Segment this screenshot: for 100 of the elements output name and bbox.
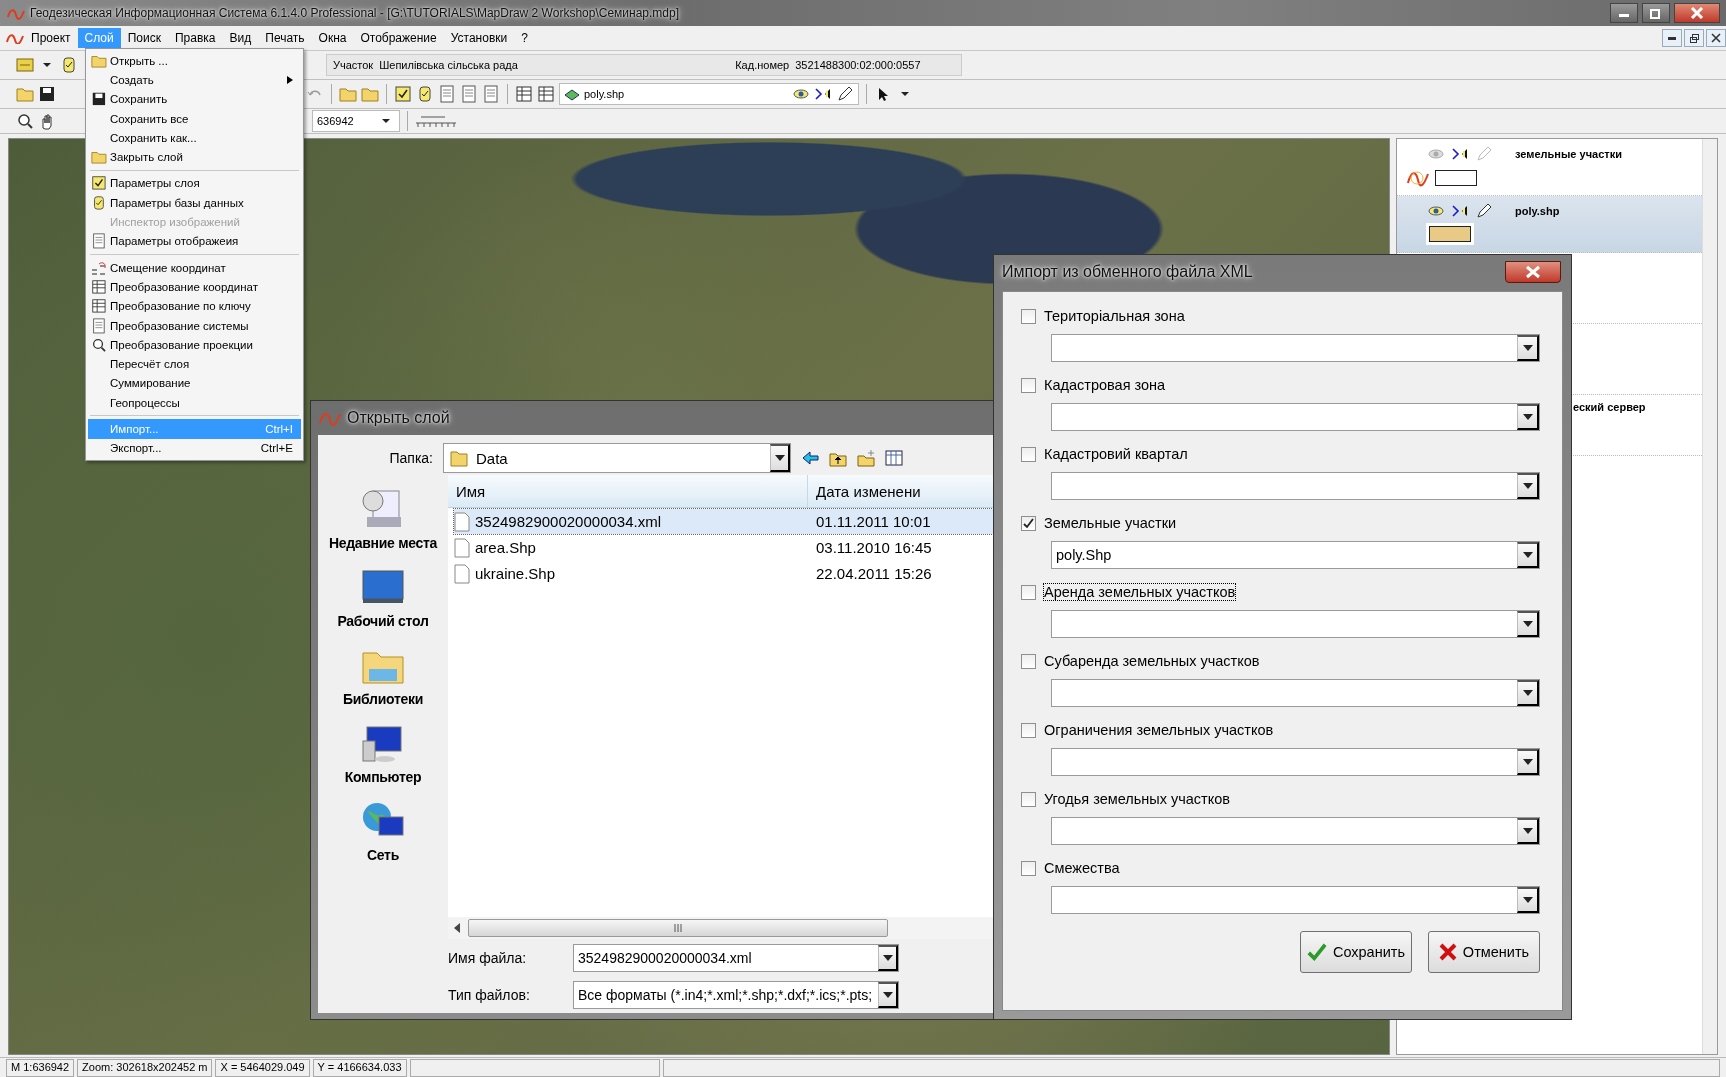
checkmark-icon [1023,517,1034,529]
close-icon [1711,33,1721,43]
dropdown-button[interactable] [770,444,790,472]
menu-item[interactable]: Закрыть слой [88,147,301,167]
folder-combo[interactable]: Data [443,443,791,473]
dropdown-button[interactable] [1517,887,1539,913]
caret-icon [774,455,785,461]
menu-item[interactable]: Пересчёт слоя [88,354,301,374]
checklist-icon[interactable] [394,85,412,103]
menu-item[interactable]: Отображение [353,28,444,48]
restore-button[interactable] [1642,3,1670,23]
menu-item[interactable]: Печать [258,28,312,48]
dropdown-button[interactable] [1517,611,1539,637]
dropdown-button[interactable] [1517,473,1539,499]
menu-item[interactable]: Преобразование проекции [88,335,301,355]
sidebar-place[interactable]: Библиотеки [328,643,438,707]
layer-combo[interactable]: poly.Shp [1051,541,1540,569]
menu-item[interactable]: Преобразование по ключу [88,296,301,316]
checkbox[interactable] [1021,515,1036,531]
table-icon[interactable] [515,85,533,103]
layer-color-swatch[interactable] [1429,226,1471,242]
sidebar-place[interactable]: Недавние места [328,487,438,551]
menu-item[interactable]: Сохранить [88,89,301,109]
checkbox[interactable] [1021,722,1036,738]
checkbox[interactable] [1021,653,1036,669]
dropdown-button[interactable] [1517,404,1539,430]
caret-icon [1522,828,1533,834]
close-button[interactable] [1674,3,1720,23]
cancel-button[interactable]: Отменить [1428,931,1540,973]
sidebar-place[interactable]: Сеть [328,799,438,863]
menu-item[interactable]: ? [514,28,535,48]
document-icon[interactable] [460,85,478,103]
minimize-button[interactable] [1610,3,1638,23]
restore-button[interactable] [1684,29,1704,47]
view-menu-icon[interactable] [885,449,903,467]
menu-item[interactable]: Геопроцессы [88,393,301,413]
database-icon[interactable] [416,85,434,103]
menu-item[interactable]: Проект [24,28,78,48]
checkbox[interactable] [1021,791,1036,807]
back-icon[interactable] [801,449,819,467]
scale-combo[interactable]: 636942 [312,110,400,132]
menu-item[interactable]: Смещение координат [88,257,301,278]
checkbox[interactable] [1021,860,1036,876]
menu-item[interactable]: Установки [443,28,515,48]
dropdown-button[interactable] [1517,680,1539,706]
menu-item[interactable]: Поиск [120,28,168,48]
sidebar-place[interactable]: Рабочий стол [328,565,438,629]
menu-item[interactable]: Экспорт... Ctrl+E [88,438,301,458]
dropdown-button[interactable] [878,945,898,971]
save-icon[interactable] [38,85,56,103]
zoom-icon[interactable] [16,112,34,130]
menu-item[interactable]: Преобразование координат [88,277,301,297]
close-button[interactable] [1706,29,1726,47]
table-icon[interactable] [537,85,555,103]
menu-item[interactable]: Параметры слоя [88,173,301,194]
dropdown-button[interactable] [1517,818,1539,844]
grip-icon [673,924,683,932]
checkbox[interactable] [1021,308,1036,324]
checkbox-label: Угодья земельных участков [1044,791,1231,807]
file-type-combo[interactable]: Все форматы (*.in4;*.xml;*.shp;*.dxf;*.ics;*.pts; [573,981,899,1009]
caret-icon [882,992,893,998]
menu-item[interactable]: Окна [311,28,354,48]
menu-item[interactable]: Вид [222,28,259,48]
layer-color-swatch[interactable] [1435,170,1477,186]
dropdown-button[interactable] [1517,749,1539,775]
dropdown-button[interactable] [878,982,898,1008]
layer-name: еский сервер [1573,401,1647,413]
menu-item[interactable]: Создать [88,70,301,90]
restore-icon [1650,7,1662,19]
sidebar-place[interactable]: Компьютер [328,721,438,785]
menu-item[interactable]: Преобразование системы [88,315,301,336]
pencil-icon[interactable] [836,85,854,103]
menu-item[interactable]: Параметры базы данных [88,193,301,213]
dropdown-button[interactable] [1517,335,1539,361]
menu-item[interactable]: Параметры отображеия [88,231,301,251]
pencil-icon[interactable] [1475,202,1493,220]
dropdown-button[interactable] [1517,542,1539,568]
scrollbar[interactable] [1702,139,1717,1054]
menu-item[interactable]: Сохранить все [88,108,301,129]
checkbox[interactable] [1021,377,1036,393]
menu-item[interactable]: Открыть ... [88,51,301,71]
caret-icon [1522,345,1533,351]
menu-item[interactable]: Суммирование [88,373,301,394]
file-icon [454,563,470,584]
ruler-icon[interactable] [415,113,457,129]
column-header[interactable]: Имя [448,475,808,507]
close-button[interactable] [1505,261,1561,283]
checkbox[interactable] [1021,446,1036,462]
menu-item[interactable]: Сохранить как... [88,128,301,148]
minimize-button[interactable] [1662,29,1682,47]
layer-combo[interactable]: poly.shp [559,83,859,105]
menu-item[interactable]: Правка [168,28,223,48]
window-title: Геодезическая Информационная Система 6.1.4.0 Professional - [G:\TUTORIALS\MapDraw 2 Workshop\Семинар.mdp] [30,6,680,20]
file-name-field[interactable]: 3524982900020000034.xml [573,944,899,972]
save-button[interactable]: Сохранить [1300,931,1412,973]
checkbox[interactable] [1021,584,1036,600]
database-icon[interactable] [60,56,78,74]
layer-row[interactable]: poly.shp [1397,196,1702,253]
document-icon[interactable] [482,85,500,103]
gis-logo-icon [6,6,26,20]
